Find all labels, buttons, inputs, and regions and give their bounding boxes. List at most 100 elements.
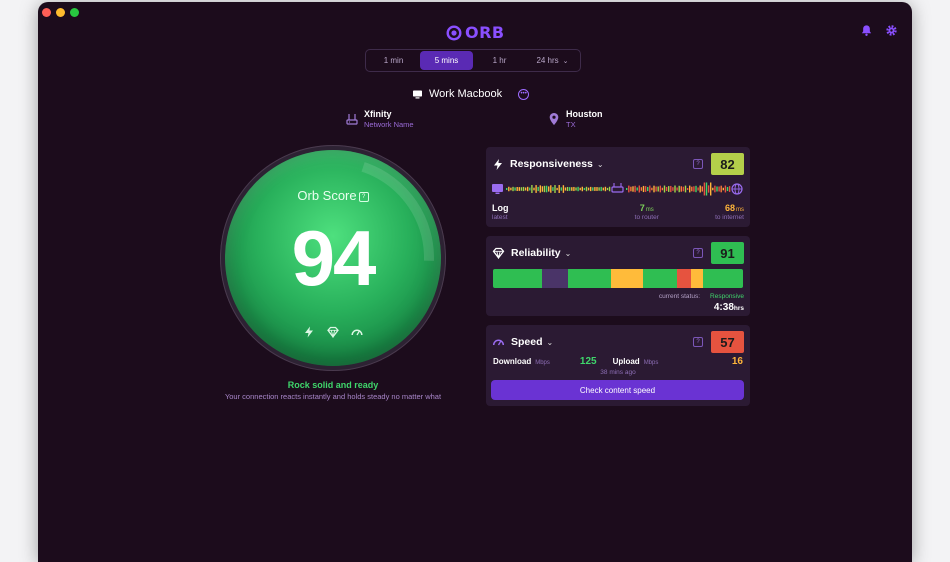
latency-sample	[680, 186, 682, 192]
latency-sample	[598, 187, 600, 191]
responsiveness-card[interactable]: Responsiveness ⌄ ? 82 Log latest 7ms to …	[486, 147, 750, 227]
latency-sample	[651, 187, 653, 191]
chevron-down-icon[interactable]: ⌄	[565, 249, 572, 258]
latency-sample	[626, 188, 628, 190]
latency-sample	[510, 187, 512, 191]
latency-sample	[516, 187, 518, 191]
chevron-down-icon: ⌄	[562, 57, 569, 65]
internet-latency-value: 68	[724, 203, 735, 213]
latency-sample	[545, 185, 548, 193]
speed-card[interactable]: Speed ⌄ ? 57 Download Mbps 125 Upload Mb…	[486, 325, 750, 406]
network-sub-label: Network Name	[364, 120, 414, 129]
latency-sample	[718, 186, 720, 192]
download-label: Download	[493, 357, 532, 366]
current-status-label: current status:	[658, 293, 701, 300]
latency-sample	[663, 185, 666, 193]
close-window-button[interactable]	[42, 8, 51, 17]
latency-sample	[644, 186, 647, 192]
diamond-icon	[492, 247, 505, 259]
tab-1-hr[interactable]: 1 hr	[473, 51, 526, 70]
latency-sample	[550, 185, 552, 193]
chevron-down-icon[interactable]: ⌄	[597, 160, 604, 169]
router-latency-label: to router	[634, 214, 659, 221]
latency-sample	[566, 186, 569, 192]
latency-sample	[604, 186, 607, 192]
latency-sample	[634, 185, 636, 193]
latency-sample	[577, 186, 579, 192]
tab-1-min[interactable]: 1 min	[367, 51, 420, 70]
status-message: Rock solid and ready Your connection rea…	[188, 380, 478, 401]
upload-value: 16	[731, 356, 743, 367]
latency-sample	[689, 185, 691, 193]
latency-sample	[699, 185, 701, 193]
latency-sample	[638, 185, 640, 193]
latency-sample	[508, 186, 510, 192]
timeline-segment	[643, 269, 677, 288]
router-latency-value: 7	[639, 203, 645, 213]
tab-24-hrs-label: 24 hrs	[536, 56, 559, 65]
orb-logo: ORB	[446, 23, 505, 42]
internet-latency-unit: ms	[735, 207, 744, 213]
help-icon[interactable]: ?	[693, 248, 703, 258]
orb-score-label: Orb Score?	[225, 188, 441, 203]
lightning-icon	[494, 158, 502, 170]
gear-icon[interactable]	[885, 24, 898, 37]
bell-icon[interactable]	[860, 24, 873, 37]
latest-label: latest	[492, 214, 508, 221]
status-headline: Rock solid and ready	[287, 380, 379, 390]
status-detail: Your connection reacts instantly and hol…	[224, 392, 442, 401]
upload-unit: Mbps	[643, 360, 659, 366]
latency-sample	[533, 187, 535, 191]
latency-sample	[587, 187, 590, 191]
latency-sample	[710, 182, 712, 196]
speedometer-icon	[492, 339, 505, 346]
tab-5-mins[interactable]: 5 mins	[420, 51, 473, 70]
latency-sample	[722, 187, 724, 191]
device-selector[interactable]: Work Macbook •••	[412, 88, 530, 100]
download-value: 125	[579, 356, 597, 367]
latency-sample	[573, 186, 575, 192]
latency-sample	[703, 182, 706, 196]
latency-sample	[596, 187, 598, 191]
latency-sample	[558, 185, 560, 193]
location-region: TX	[566, 120, 576, 129]
reliability-card[interactable]: Reliability ⌄ ? 91 current status: Respon…	[486, 236, 750, 316]
orb-logo-icon	[446, 24, 462, 41]
device-name: Work Macbook	[429, 88, 503, 100]
latency-sample	[657, 186, 659, 192]
latency-sample	[672, 187, 674, 191]
latency-sample	[701, 186, 703, 192]
latency-sample	[529, 187, 531, 191]
chevron-down-icon[interactable]: ⌄	[547, 338, 554, 347]
timeline-segment	[676, 269, 691, 288]
latency-sample	[691, 186, 693, 192]
latency-sample	[678, 185, 680, 193]
help-icon[interactable]: ?	[693, 159, 703, 169]
orb-score-widget[interactable]: Orb Score? 94	[220, 145, 446, 371]
latency-sample	[552, 187, 554, 191]
location-info: Houston TX	[548, 109, 603, 129]
latency-sample	[531, 185, 533, 193]
zoom-window-button[interactable]	[70, 8, 79, 17]
latency-sample	[606, 187, 609, 191]
timeline-segment	[541, 269, 568, 288]
minimize-window-button[interactable]	[56, 8, 65, 17]
latency-sample	[594, 187, 596, 191]
latency-sample	[579, 187, 581, 191]
orb-score-value: 94	[291, 214, 377, 302]
tab-24-hrs[interactable]: 24 hrs ⌄	[526, 51, 579, 70]
latency-sample	[527, 186, 529, 192]
help-icon[interactable]: ?	[693, 337, 703, 347]
latency-sample	[674, 185, 676, 193]
help-icon[interactable]: ?	[358, 191, 369, 202]
latency-sample	[539, 185, 541, 193]
check-content-speed-button[interactable]: Check content speed	[491, 380, 744, 400]
latency-sample	[560, 187, 562, 191]
latency-sample	[728, 186, 731, 192]
internet-latency-label: to internet	[715, 214, 744, 221]
timeline-segment	[493, 269, 542, 288]
latency-sample	[707, 185, 710, 193]
more-options-icon[interactable]: •••	[518, 88, 530, 100]
upload-label: Upload	[612, 357, 640, 366]
latency-sample	[724, 185, 727, 193]
